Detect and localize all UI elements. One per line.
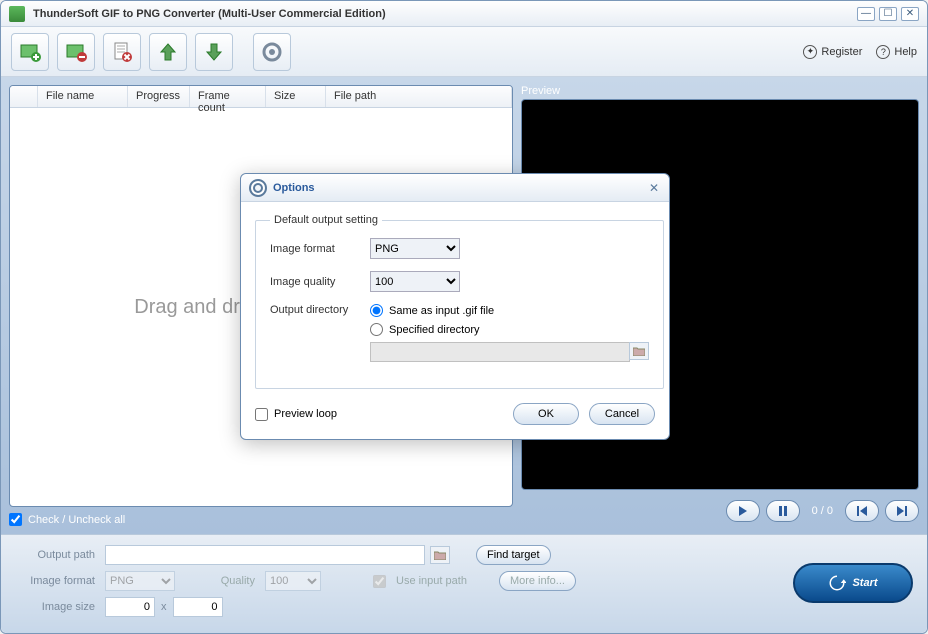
output-path-label: Output path bbox=[15, 549, 95, 561]
move-down-button[interactable] bbox=[195, 33, 233, 71]
more-info-button: More info... bbox=[499, 571, 576, 591]
player-controls: 0 / 0 bbox=[521, 496, 919, 526]
image-size-label: Image size bbox=[15, 601, 95, 613]
preview-label: Preview bbox=[521, 85, 919, 97]
radio-same-as-input[interactable]: Same as input .gif file bbox=[370, 304, 649, 317]
col-progress[interactable]: Progress bbox=[128, 86, 190, 107]
output-path-input[interactable] bbox=[105, 545, 425, 565]
register-link[interactable]: ✦Register bbox=[803, 45, 862, 59]
quality-select: 100 bbox=[265, 571, 321, 591]
dialog-titlebar: Options ✕ bbox=[241, 174, 669, 202]
list-header: File name Progress Frame count Size File… bbox=[10, 86, 512, 108]
register-icon: ✦ bbox=[803, 45, 817, 59]
use-input-path-label: Use input path bbox=[396, 575, 467, 587]
dlg-image-format-select[interactable]: PNG bbox=[370, 238, 460, 259]
dialog-close-button[interactable]: ✕ bbox=[647, 181, 661, 195]
dlg-image-quality-select[interactable]: 100 bbox=[370, 271, 460, 292]
image-format-select: PNG bbox=[105, 571, 175, 591]
app-icon bbox=[9, 6, 25, 22]
start-button[interactable]: Start bbox=[793, 563, 913, 603]
help-link[interactable]: ?Help bbox=[876, 45, 917, 59]
frame-counter: 0 / 0 bbox=[812, 505, 833, 517]
ok-button[interactable]: OK bbox=[513, 403, 579, 425]
col-filepath[interactable]: File path bbox=[326, 86, 512, 107]
gear-icon bbox=[249, 179, 267, 197]
window-title: ThunderSoft GIF to PNG Converter (Multi-… bbox=[33, 8, 853, 20]
toolbar: ✦Register ?Help bbox=[1, 27, 927, 77]
check-all-toggle[interactable]: Check / Uncheck all bbox=[9, 513, 513, 526]
dlg-output-dir-label: Output directory bbox=[270, 304, 370, 316]
close-button[interactable]: ✕ bbox=[901, 7, 919, 21]
preview-loop-toggle[interactable]: Preview loop bbox=[255, 408, 503, 421]
col-size[interactable]: Size bbox=[266, 86, 326, 107]
quality-label: Quality bbox=[207, 575, 255, 587]
dlg-image-format-label: Image format bbox=[270, 243, 370, 255]
next-frame-button[interactable] bbox=[885, 500, 919, 522]
col-framecount[interactable]: Frame count bbox=[190, 86, 266, 107]
default-output-fieldset: Default output setting Image format PNG … bbox=[255, 214, 664, 389]
dlg-image-quality-label: Image quality bbox=[270, 276, 370, 288]
browse-output-button[interactable] bbox=[430, 546, 450, 564]
col-check[interactable] bbox=[10, 86, 38, 107]
play-button[interactable] bbox=[726, 500, 760, 522]
maximize-button[interactable]: ☐ bbox=[879, 7, 897, 21]
titlebar: ThunderSoft GIF to PNG Converter (Multi-… bbox=[1, 1, 927, 27]
fieldset-legend: Default output setting bbox=[270, 214, 382, 226]
move-up-button[interactable] bbox=[149, 33, 187, 71]
dialog-title: Options bbox=[273, 182, 647, 194]
preview-loop-checkbox[interactable] bbox=[255, 408, 268, 421]
clear-list-button[interactable] bbox=[103, 33, 141, 71]
minimize-button[interactable]: — bbox=[857, 7, 875, 21]
pause-button[interactable] bbox=[766, 500, 800, 522]
add-file-button[interactable] bbox=[11, 33, 49, 71]
image-width-input[interactable] bbox=[105, 597, 155, 617]
prev-frame-button[interactable] bbox=[845, 500, 879, 522]
help-icon: ? bbox=[876, 45, 890, 59]
radio-specified-dir[interactable]: Specified directory bbox=[370, 323, 649, 336]
image-format-label: Image format bbox=[15, 575, 95, 587]
options-dialog: Options ✕ Default output setting Image f… bbox=[240, 173, 670, 440]
image-height-input[interactable] bbox=[173, 597, 223, 617]
remove-file-button[interactable] bbox=[57, 33, 95, 71]
output-form: Output path Find target Image format PNG… bbox=[15, 545, 793, 623]
use-input-path-checkbox bbox=[373, 575, 386, 588]
browse-dir-button[interactable] bbox=[629, 342, 649, 360]
refresh-icon bbox=[828, 574, 846, 592]
find-target-button[interactable]: Find target bbox=[476, 545, 551, 565]
settings-button[interactable] bbox=[253, 33, 291, 71]
check-all-checkbox[interactable] bbox=[9, 513, 22, 526]
col-filename[interactable]: File name bbox=[38, 86, 128, 107]
cancel-button[interactable]: Cancel bbox=[589, 403, 655, 425]
bottom-panel: Output path Find target Image format PNG… bbox=[1, 534, 927, 633]
specified-dir-input bbox=[370, 342, 630, 362]
